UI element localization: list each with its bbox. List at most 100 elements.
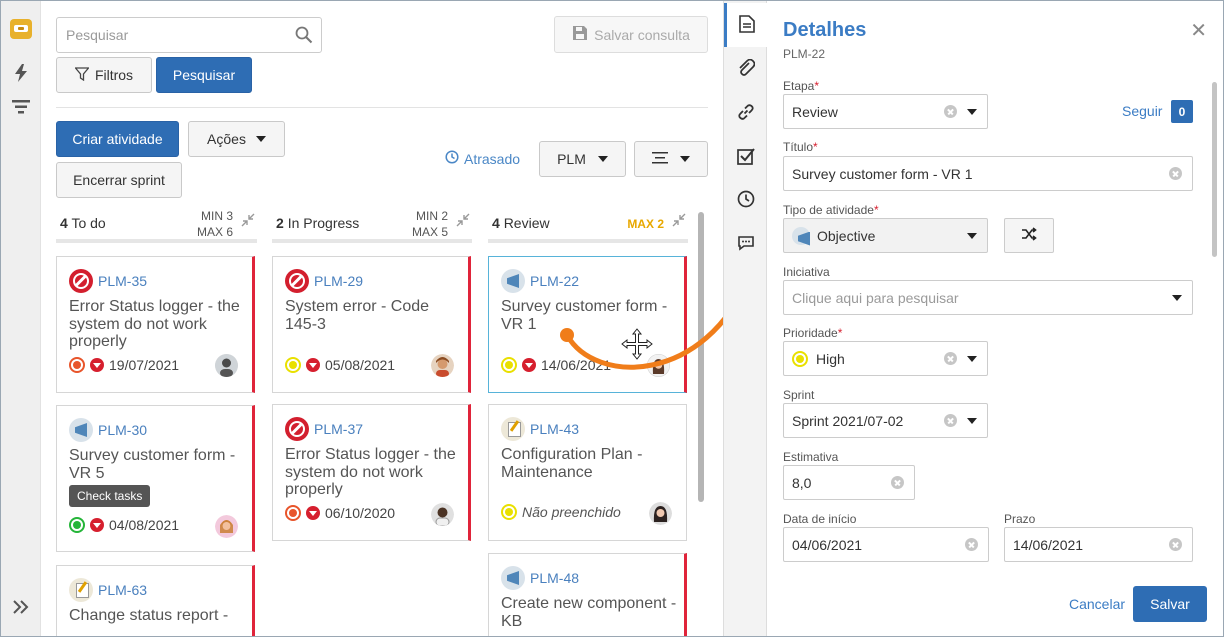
create-activity-button[interactable]: Criar atividade [56, 121, 179, 157]
avatar [215, 515, 238, 538]
chevron-down-icon [255, 136, 266, 142]
column-header-todo: 4 To do MIN 3 MAX 6 [56, 207, 257, 243]
overdue-icon [306, 506, 320, 520]
tab-history[interactable] [724, 178, 767, 222]
filters-button[interactable]: Filtros [56, 57, 152, 93]
activity-type-select[interactable]: Objective [783, 218, 988, 253]
close-icon[interactable]: ✕ [1190, 18, 1207, 43]
task-key[interactable]: PLM-48 [530, 570, 579, 586]
create-activity-label: Criar atividade [72, 131, 163, 147]
task-card[interactable]: PLM-35 Error Status logger - the system … [56, 256, 255, 393]
panel-scrollbar[interactable] [1212, 82, 1217, 257]
deadline-field[interactable]: 14/06/2021 [1004, 527, 1193, 562]
sprint-select[interactable]: Sprint 2021/07-02 [783, 403, 988, 438]
column-name: To do [71, 215, 106, 231]
clear-icon[interactable] [944, 352, 957, 365]
save-button[interactable]: Salvar [1133, 586, 1207, 622]
search-button-label: Pesquisar [172, 67, 236, 83]
task-date: 06/10/2020 [325, 505, 396, 521]
filter-lines-icon[interactable] [0, 92, 41, 122]
close-sprint-button[interactable]: Encerrar sprint [56, 162, 182, 198]
column-count: 4 [492, 215, 500, 231]
clear-icon[interactable] [965, 538, 978, 551]
funnel-icon [74, 66, 90, 84]
task-title: Survey customer form - VR 5 [69, 447, 236, 482]
task-key[interactable]: PLM-29 [314, 273, 363, 289]
collapse-column-icon[interactable] [241, 213, 255, 230]
objective-icon [501, 269, 525, 293]
paperclip-icon [737, 58, 755, 80]
blocked-icon [285, 269, 309, 293]
task-card[interactable]: PLM-43 Configuration Plan - Maintenance … [488, 404, 687, 541]
task-key[interactable]: PLM-63 [98, 582, 147, 598]
clear-icon[interactable] [944, 105, 957, 118]
tab-details[interactable] [724, 3, 767, 47]
initiative-label: Iniciativa [783, 265, 830, 279]
deadline-value: 14/06/2021 [1013, 536, 1084, 553]
overdue-icon [306, 358, 320, 372]
search-input[interactable] [57, 18, 287, 52]
task-title: Change status report - [69, 607, 229, 624]
tooltip: Check tasks [69, 485, 151, 507]
view-options-dropdown[interactable] [634, 141, 708, 177]
tab-comments[interactable] [724, 222, 767, 266]
task-key[interactable]: PLM-30 [98, 422, 147, 438]
blocked-icon [285, 417, 309, 441]
tab-links[interactable] [724, 91, 767, 135]
clear-icon[interactable] [1169, 167, 1182, 180]
collapse-column-icon[interactable] [456, 213, 470, 230]
app-logo-icon[interactable] [0, 14, 41, 44]
estimate-label: Estimativa [783, 450, 839, 464]
chevron-down-icon [1172, 295, 1182, 301]
collapse-column-icon[interactable] [672, 213, 686, 230]
shuffle-icon [1021, 227, 1037, 244]
task-title: Error Status logger - the system do not … [285, 446, 456, 498]
search-button[interactable]: Pesquisar [156, 57, 252, 93]
expand-chevrons-icon[interactable] [0, 592, 41, 622]
clear-icon[interactable] [891, 476, 904, 489]
priority-label: Prioridade [783, 326, 838, 340]
actions-dropdown[interactable]: Ações [188, 121, 285, 157]
chevron-down-icon [680, 156, 690, 162]
overdue-icon [522, 358, 536, 372]
task-title: Create new component - KB [501, 595, 677, 630]
tab-attachments[interactable] [724, 47, 767, 91]
task-card[interactable]: PLM-48 Create new component - KB [488, 553, 687, 637]
document-icon [739, 14, 755, 36]
list-view-icon [652, 151, 668, 167]
deadline-label: Prazo [1004, 512, 1036, 526]
project-dropdown[interactable]: PLM [539, 141, 626, 177]
search-box[interactable] [56, 17, 322, 53]
lightning-icon[interactable] [0, 58, 41, 88]
stage-value: Review [792, 103, 838, 120]
avatar [431, 354, 454, 377]
clear-icon[interactable] [1169, 538, 1182, 551]
follow-link[interactable]: Seguir [1122, 103, 1162, 119]
plan-icon [69, 578, 93, 602]
initiative-search[interactable]: Clique aqui para pesquisar [783, 280, 1193, 315]
save-query-button[interactable]: Salvar consulta [554, 16, 708, 53]
late-filter-link[interactable]: Atrasado [445, 150, 520, 167]
search-icon[interactable] [295, 26, 313, 47]
task-key[interactable]: PLM-35 [98, 273, 147, 289]
task-card[interactable]: PLM-30 Survey customer form - VR 5 04/08… [56, 405, 255, 552]
panel-title: Detalhes [783, 19, 867, 41]
estimate-field[interactable]: 8,0 [783, 465, 915, 500]
task-card[interactable]: PLM-37 Error Status logger - the system … [272, 404, 471, 541]
priority-select[interactable]: High [783, 341, 988, 376]
clear-icon[interactable] [944, 414, 957, 427]
task-key[interactable]: PLM-37 [314, 421, 363, 437]
task-key[interactable]: PLM-43 [530, 421, 579, 437]
cancel-button[interactable]: Cancelar [1069, 596, 1125, 612]
tab-checklist[interactable] [724, 135, 767, 179]
start-date-field[interactable]: 04/06/2021 [783, 527, 989, 562]
change-type-button[interactable] [1004, 218, 1054, 253]
task-card[interactable]: PLM-63 Change status report - [56, 565, 255, 637]
title-field[interactable]: Survey customer form - VR 1 [783, 156, 1193, 191]
chevron-down-icon [967, 109, 977, 115]
panel-task-key: PLM-22 [783, 47, 826, 61]
stage-select[interactable]: Review [783, 94, 988, 129]
checkbox-icon [736, 147, 755, 168]
task-card[interactable]: PLM-29 System error - Code 145-3 05/08/2… [272, 256, 471, 393]
details-panel: Detalhes PLM-22 ✕ Etapa* Review Seguir 0… [767, 0, 1224, 637]
